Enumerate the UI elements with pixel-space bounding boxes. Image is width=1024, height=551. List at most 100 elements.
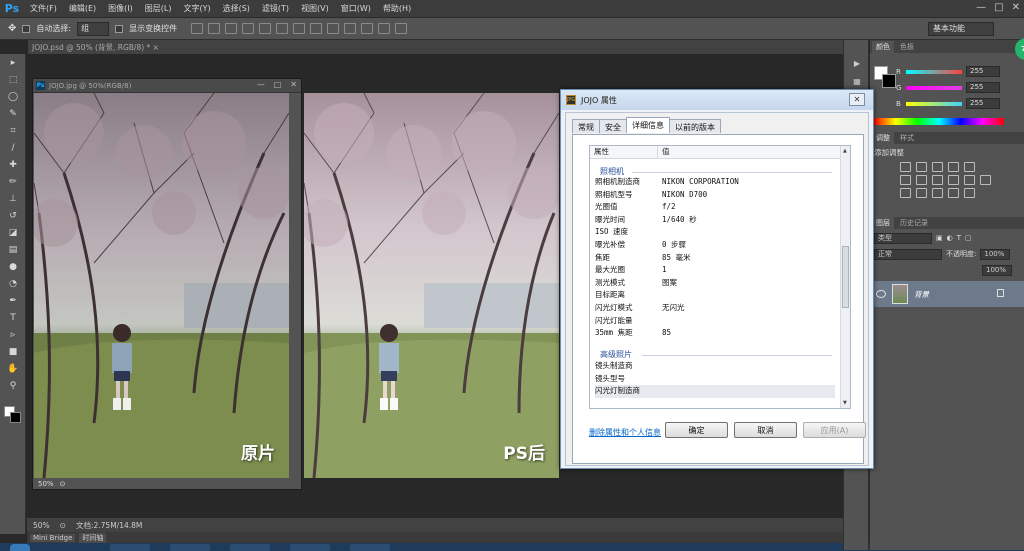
taskbar-app[interactable] (230, 544, 270, 551)
tab-adjustments[interactable]: 调整 (872, 132, 894, 144)
history-brush-tool-icon[interactable]: ↺ (0, 207, 26, 224)
workspace-dropdown[interactable]: 基本功能 (928, 22, 994, 36)
channel-mixer-icon[interactable] (964, 175, 975, 185)
crop-tool-icon[interactable]: ⌗ (0, 122, 26, 139)
visibility-eye-icon[interactable] (876, 290, 886, 298)
dodge-tool-icon[interactable]: ◔ (0, 275, 26, 292)
vibrance-icon[interactable] (964, 162, 975, 172)
filter-type-icon[interactable]: T (957, 234, 961, 242)
selective-color-icon[interactable] (964, 188, 975, 198)
menu-edit[interactable]: 编辑(E) (63, 3, 102, 14)
dialog-close-button[interactable]: ✕ (849, 93, 865, 106)
invert-icon[interactable] (900, 188, 911, 198)
align-hcenter-icon[interactable] (259, 23, 272, 34)
tab-styles[interactable]: 样式 (896, 132, 918, 144)
close-button[interactable]: ✕ (1012, 2, 1020, 13)
scroll-thumb[interactable] (842, 246, 849, 308)
marquee-tool-icon[interactable]: ⬚ (0, 71, 26, 88)
property-row[interactable]: ISO 速度 (595, 226, 835, 239)
property-row[interactable]: 35mm 焦距 85 (595, 327, 835, 340)
hue-saturation-icon[interactable] (900, 175, 911, 185)
play-icon[interactable]: ▶ (844, 54, 870, 72)
layer-background[interactable]: 背景 (870, 281, 1024, 307)
curves-icon[interactable] (932, 162, 943, 172)
property-row[interactable]: 焦距 85 毫米 (595, 252, 835, 265)
distribute-bottom-icon[interactable] (327, 23, 340, 34)
channel-r-value[interactable]: 255 (966, 66, 1000, 77)
move-tool-icon[interactable]: ▸ (0, 54, 26, 71)
mini-bridge-tab[interactable]: Mini Bridge (30, 533, 76, 542)
property-row[interactable]: 测光模式 图案 (595, 277, 835, 290)
filter-pixel-icon[interactable]: ▣ (936, 234, 943, 242)
path-select-tool-icon[interactable]: ▹ (0, 326, 26, 343)
menu-view[interactable]: 视图(V) (295, 3, 335, 14)
document-tab[interactable]: JOJO.psd @ 50% (背景, RGB/8) * × (28, 40, 843, 54)
clone-stamp-tool-icon[interactable]: ⊥ (0, 190, 26, 207)
exposure-icon[interactable] (948, 162, 959, 172)
doc-info-icon[interactable]: ⊙ (60, 480, 66, 488)
tab-layers[interactable]: 图层 (872, 217, 894, 229)
property-row[interactable]: 最大光圈 1 (595, 264, 835, 277)
property-row[interactable]: 镜头型号 (595, 373, 835, 386)
tab-swatches[interactable]: 色板 (896, 41, 918, 53)
align-left-icon[interactable] (242, 23, 255, 34)
history-icon[interactable]: ▦ (844, 72, 870, 90)
scroll-down-icon[interactable]: ▼ (843, 400, 847, 406)
channel-b-slider[interactable] (906, 101, 962, 106)
channel-r-slider[interactable] (906, 69, 962, 74)
property-list-scrollbar[interactable]: ▲ ▼ (840, 146, 850, 408)
tab-color[interactable]: 颜色 (872, 41, 894, 53)
show-transform-checkbox[interactable] (115, 24, 124, 33)
property-row[interactable]: 光圈值 f/2 (595, 201, 835, 214)
tab-previous-versions[interactable]: 以前的版本 (669, 119, 721, 133)
color-balance-icon[interactable] (916, 175, 927, 185)
distribute-right-icon[interactable] (378, 23, 391, 34)
taskbar-app[interactable] (290, 544, 330, 551)
channel-g-slider[interactable] (906, 85, 962, 90)
distribute-vcenter-icon[interactable] (310, 23, 323, 34)
property-row[interactable]: 曝光补偿 0 步骤 (595, 239, 835, 252)
align-right-icon[interactable] (276, 23, 289, 34)
menu-type[interactable]: 文字(Y) (177, 3, 216, 14)
panel-background-swatch[interactable] (882, 74, 896, 88)
auto-select-dropdown[interactable]: 组 (77, 21, 110, 36)
background-color-swatch[interactable] (10, 412, 21, 423)
doc-close-button[interactable]: ✕ (290, 80, 297, 89)
hand-tool-icon[interactable]: ✋ (0, 360, 26, 377)
property-row[interactable]: 照相机制造商 NIKON CORPORATION (595, 176, 835, 189)
eraser-tool-icon[interactable]: ◪ (0, 224, 26, 241)
gradient-map-icon[interactable] (948, 188, 959, 198)
start-button[interactable] (10, 544, 30, 551)
menu-filter[interactable]: 滤镜(T) (256, 3, 295, 14)
lasso-tool-icon[interactable]: ◯ (0, 88, 26, 105)
property-row[interactable]: 目标距离 (595, 289, 835, 302)
distribute-top-icon[interactable] (293, 23, 306, 34)
brightness-icon[interactable] (900, 162, 911, 172)
photo-filter-icon[interactable] (948, 175, 959, 185)
status-info-icon[interactable]: ⊙ (60, 521, 66, 530)
property-row[interactable]: 闪光灯能量 (595, 315, 835, 328)
eyedropper-tool-icon[interactable]: / (0, 139, 26, 156)
minimize-button[interactable]: — (976, 2, 986, 13)
property-row[interactable]: 曝光时间 1/640 秒 (595, 214, 835, 227)
color-spectrum[interactable] (874, 118, 1004, 125)
channel-g-value[interactable]: 255 (966, 82, 1000, 93)
posterize-icon[interactable] (916, 188, 927, 198)
blur-tool-icon[interactable]: ● (0, 258, 26, 275)
black-white-icon[interactable] (932, 175, 943, 185)
property-row[interactable]: 照相机型号 NIKON D700 (595, 189, 835, 202)
pen-tool-icon[interactable]: ✒ (0, 292, 26, 309)
align-bottom-icon[interactable] (225, 23, 238, 34)
zoom-tool-icon[interactable]: ⚲ (0, 377, 26, 394)
menu-file[interactable]: 文件(F) (24, 3, 63, 14)
property-row[interactable]: 镜头制造商 (595, 360, 835, 373)
fill-value[interactable]: 100% (982, 264, 1012, 276)
dialog-titlebar[interactable]: JPG JOJO 属性 (561, 90, 873, 110)
remove-properties-link[interactable]: 删除属性和个人信息 (589, 427, 661, 438)
column-property[interactable]: 属性 (590, 146, 658, 158)
tab-security[interactable]: 安全 (599, 119, 627, 133)
align-top-icon[interactable] (191, 23, 204, 34)
tab-general[interactable]: 常规 (572, 119, 600, 133)
layer-name[interactable]: 背景 (914, 289, 929, 300)
distribute-hcenter-icon[interactable] (361, 23, 374, 34)
